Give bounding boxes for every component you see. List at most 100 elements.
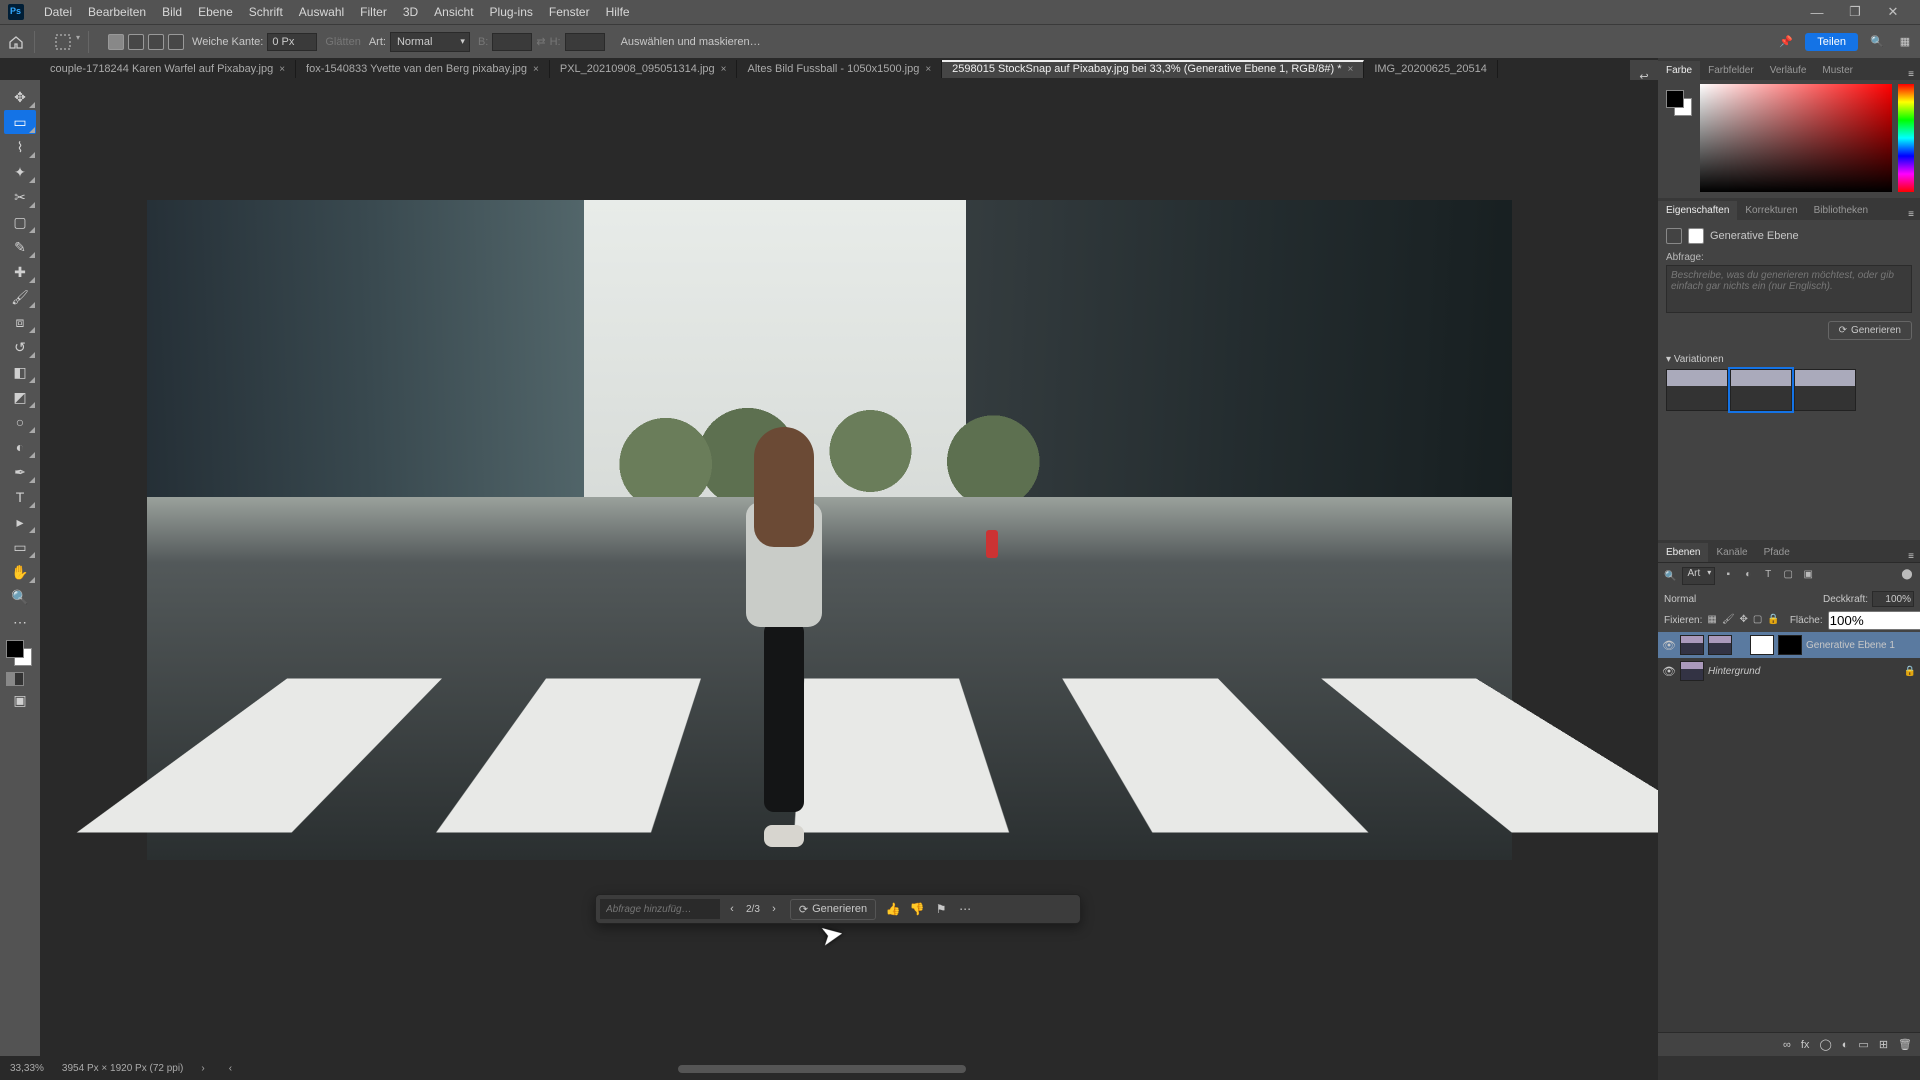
lock-all-icon[interactable]: 🔒 xyxy=(1767,614,1779,627)
mask-thumbnail[interactable] xyxy=(1778,635,1802,655)
link-layers-icon[interactable]: ∞ xyxy=(1783,1039,1791,1051)
hue-slider[interactable] xyxy=(1898,84,1914,192)
menu-layer[interactable]: Ebene xyxy=(190,5,241,19)
frame-tool[interactable]: ▢ xyxy=(4,210,36,234)
search-icon[interactable]: 🔍 xyxy=(1664,571,1676,582)
variation-thumb[interactable] xyxy=(1794,369,1856,411)
menu-edit[interactable]: Bearbeiten xyxy=(80,5,154,19)
new-layer-icon[interactable]: ⊞ xyxy=(1879,1038,1888,1051)
close-icon[interactable]: × xyxy=(279,64,285,75)
menu-type[interactable]: Schrift xyxy=(241,5,291,19)
hand-tool[interactable]: ✋ xyxy=(4,560,36,584)
window-restore[interactable]: ❐ xyxy=(1836,4,1874,20)
layer-thumbnail[interactable] xyxy=(1680,661,1704,681)
color-swatches[interactable] xyxy=(6,640,32,666)
thumbs-up[interactable]: 👍 xyxy=(882,902,904,916)
opacity-input[interactable] xyxy=(1872,591,1914,607)
visibility-toggle[interactable]: 👁 xyxy=(1662,639,1676,652)
mask-thumbnail[interactable] xyxy=(1750,635,1774,655)
layer-filter-kind[interactable]: Art xyxy=(1682,567,1715,585)
shape-tool[interactable]: ▭ xyxy=(4,535,36,559)
close-icon[interactable]: × xyxy=(925,64,931,75)
workspace-icon[interactable]: ▦ xyxy=(1896,33,1914,51)
close-icon[interactable]: × xyxy=(721,64,727,75)
status-prev-icon[interactable]: ‹ xyxy=(229,1063,232,1074)
style-select[interactable]: Normal xyxy=(390,32,470,52)
add-mask-icon[interactable]: ◯ xyxy=(1819,1038,1831,1051)
tab-layers[interactable]: Ebenen xyxy=(1658,543,1708,562)
tab-channels[interactable]: Kanäle xyxy=(1708,543,1755,562)
close-icon[interactable]: × xyxy=(1347,64,1353,75)
tab-swatches[interactable]: Farbfelder xyxy=(1700,61,1762,80)
gradient-tool[interactable]: ◩ xyxy=(4,385,36,409)
feather-input[interactable] xyxy=(267,33,317,51)
panel-menu-icon[interactable]: ≡ xyxy=(1902,209,1920,220)
doc-tab[interactable]: PXL_20210908_095051314.jpg× xyxy=(550,60,738,78)
doc-tab[interactable]: IMG_20200625_20514 xyxy=(1364,60,1498,78)
menu-view[interactable]: Ansicht xyxy=(426,5,481,19)
variation-thumb-selected[interactable] xyxy=(1730,369,1792,411)
document-canvas[interactable] xyxy=(147,200,1512,860)
quick-mask-toggle[interactable] xyxy=(6,672,24,686)
new-adjustment-icon[interactable]: ◐ xyxy=(1842,1039,1849,1051)
chevron-down-icon[interactable]: ▾ xyxy=(1666,354,1671,365)
tab-properties[interactable]: Eigenschaften xyxy=(1658,201,1737,220)
menu-file[interactable]: Datei xyxy=(36,5,80,19)
lock-artboard-icon[interactable]: ▢ xyxy=(1753,614,1762,627)
marquee-tool-indicator[interactable]: ▾ xyxy=(54,33,80,51)
layer-thumbnail[interactable] xyxy=(1708,635,1732,655)
menu-3d[interactable]: 3D xyxy=(395,5,426,19)
visibility-toggle[interactable]: 👁 xyxy=(1662,665,1676,678)
status-chevron-icon[interactable]: › xyxy=(201,1063,204,1074)
close-icon[interactable]: × xyxy=(533,64,539,75)
menu-image[interactable]: Bild xyxy=(154,5,190,19)
zoom-level[interactable]: 33,33% xyxy=(10,1063,44,1074)
selection-subtract[interactable] xyxy=(148,34,164,50)
layer-row[interactable]: 👁 Generative Ebene 1 xyxy=(1658,632,1920,658)
variation-thumb[interactable] xyxy=(1666,369,1728,411)
selection-new[interactable] xyxy=(108,34,124,50)
filter-adjust-icon[interactable]: ◐ xyxy=(1741,569,1755,583)
window-close[interactable]: ✕ xyxy=(1874,4,1912,20)
menu-select[interactable]: Auswahl xyxy=(291,5,352,19)
prompt-textarea[interactable]: Beschreibe, was du generieren möchtest, … xyxy=(1666,265,1912,313)
home-button[interactable] xyxy=(6,32,26,52)
selection-intersect[interactable] xyxy=(168,34,184,50)
variation-next[interactable]: › xyxy=(764,903,784,915)
generative-prompt-input[interactable] xyxy=(600,899,720,919)
doc-tab[interactable]: couple-1718244 Karen Warfel auf Pixabay.… xyxy=(40,60,296,78)
delete-layer-icon[interactable]: 🗑 xyxy=(1898,1038,1912,1051)
panel-menu-icon[interactable]: ≡ xyxy=(1902,69,1920,80)
doc-tab[interactable]: Altes Bild Fussball - 1050x1500.jpg× xyxy=(737,60,942,78)
healing-tool[interactable]: ✚ xyxy=(4,260,36,284)
layer-row[interactable]: 👁 Hintergrund 🔒 xyxy=(1658,658,1920,684)
more-icon[interactable]: ⋯ xyxy=(954,902,976,916)
window-minimize[interactable]: — xyxy=(1798,5,1836,20)
layer-name[interactable]: Hintergrund xyxy=(1708,666,1900,677)
fill-input[interactable] xyxy=(1828,611,1920,630)
lock-image-icon[interactable]: 🖌 xyxy=(1722,614,1735,627)
lasso-tool[interactable]: ⌇ xyxy=(4,135,36,159)
color-picker[interactable] xyxy=(1700,84,1892,192)
move-tool[interactable]: ✥ xyxy=(4,85,36,109)
stamp-tool[interactable]: ⧈ xyxy=(4,310,36,334)
horizontal-scrollbar[interactable] xyxy=(300,1064,1200,1074)
tab-color[interactable]: Farbe xyxy=(1658,61,1700,80)
select-and-mask-button[interactable]: Auswählen und maskieren… xyxy=(613,34,769,50)
properties-generate-button[interactable]: ⟳Generieren xyxy=(1828,321,1912,340)
eyedropper-tool[interactable]: ✎ xyxy=(4,235,36,259)
history-brush-tool[interactable]: ↺ xyxy=(4,335,36,359)
tab-libraries[interactable]: Bibliotheken xyxy=(1806,201,1876,220)
tab-paths[interactable]: Pfade xyxy=(1756,543,1798,562)
thumbs-down[interactable]: 👎 xyxy=(906,902,928,916)
menu-help[interactable]: Hilfe xyxy=(598,5,638,19)
doc-tab[interactable]: fox-1540833 Yvette van den Berg pixabay.… xyxy=(296,60,550,78)
generate-button[interactable]: ⟳Generieren xyxy=(790,899,876,920)
layer-thumbnail[interactable] xyxy=(1680,635,1704,655)
panel-menu-icon[interactable]: ≡ xyxy=(1902,551,1920,562)
dodge-tool[interactable]: ◐ xyxy=(4,435,36,459)
tab-gradients[interactable]: Verläufe xyxy=(1762,61,1815,80)
doc-tab-active[interactable]: 2598015 StockSnap auf Pixabay.jpg bei 33… xyxy=(942,60,1364,78)
filter-toggle[interactable]: ⬤ xyxy=(1900,569,1914,583)
edit-toolbar[interactable]: ⋯ xyxy=(4,610,36,634)
